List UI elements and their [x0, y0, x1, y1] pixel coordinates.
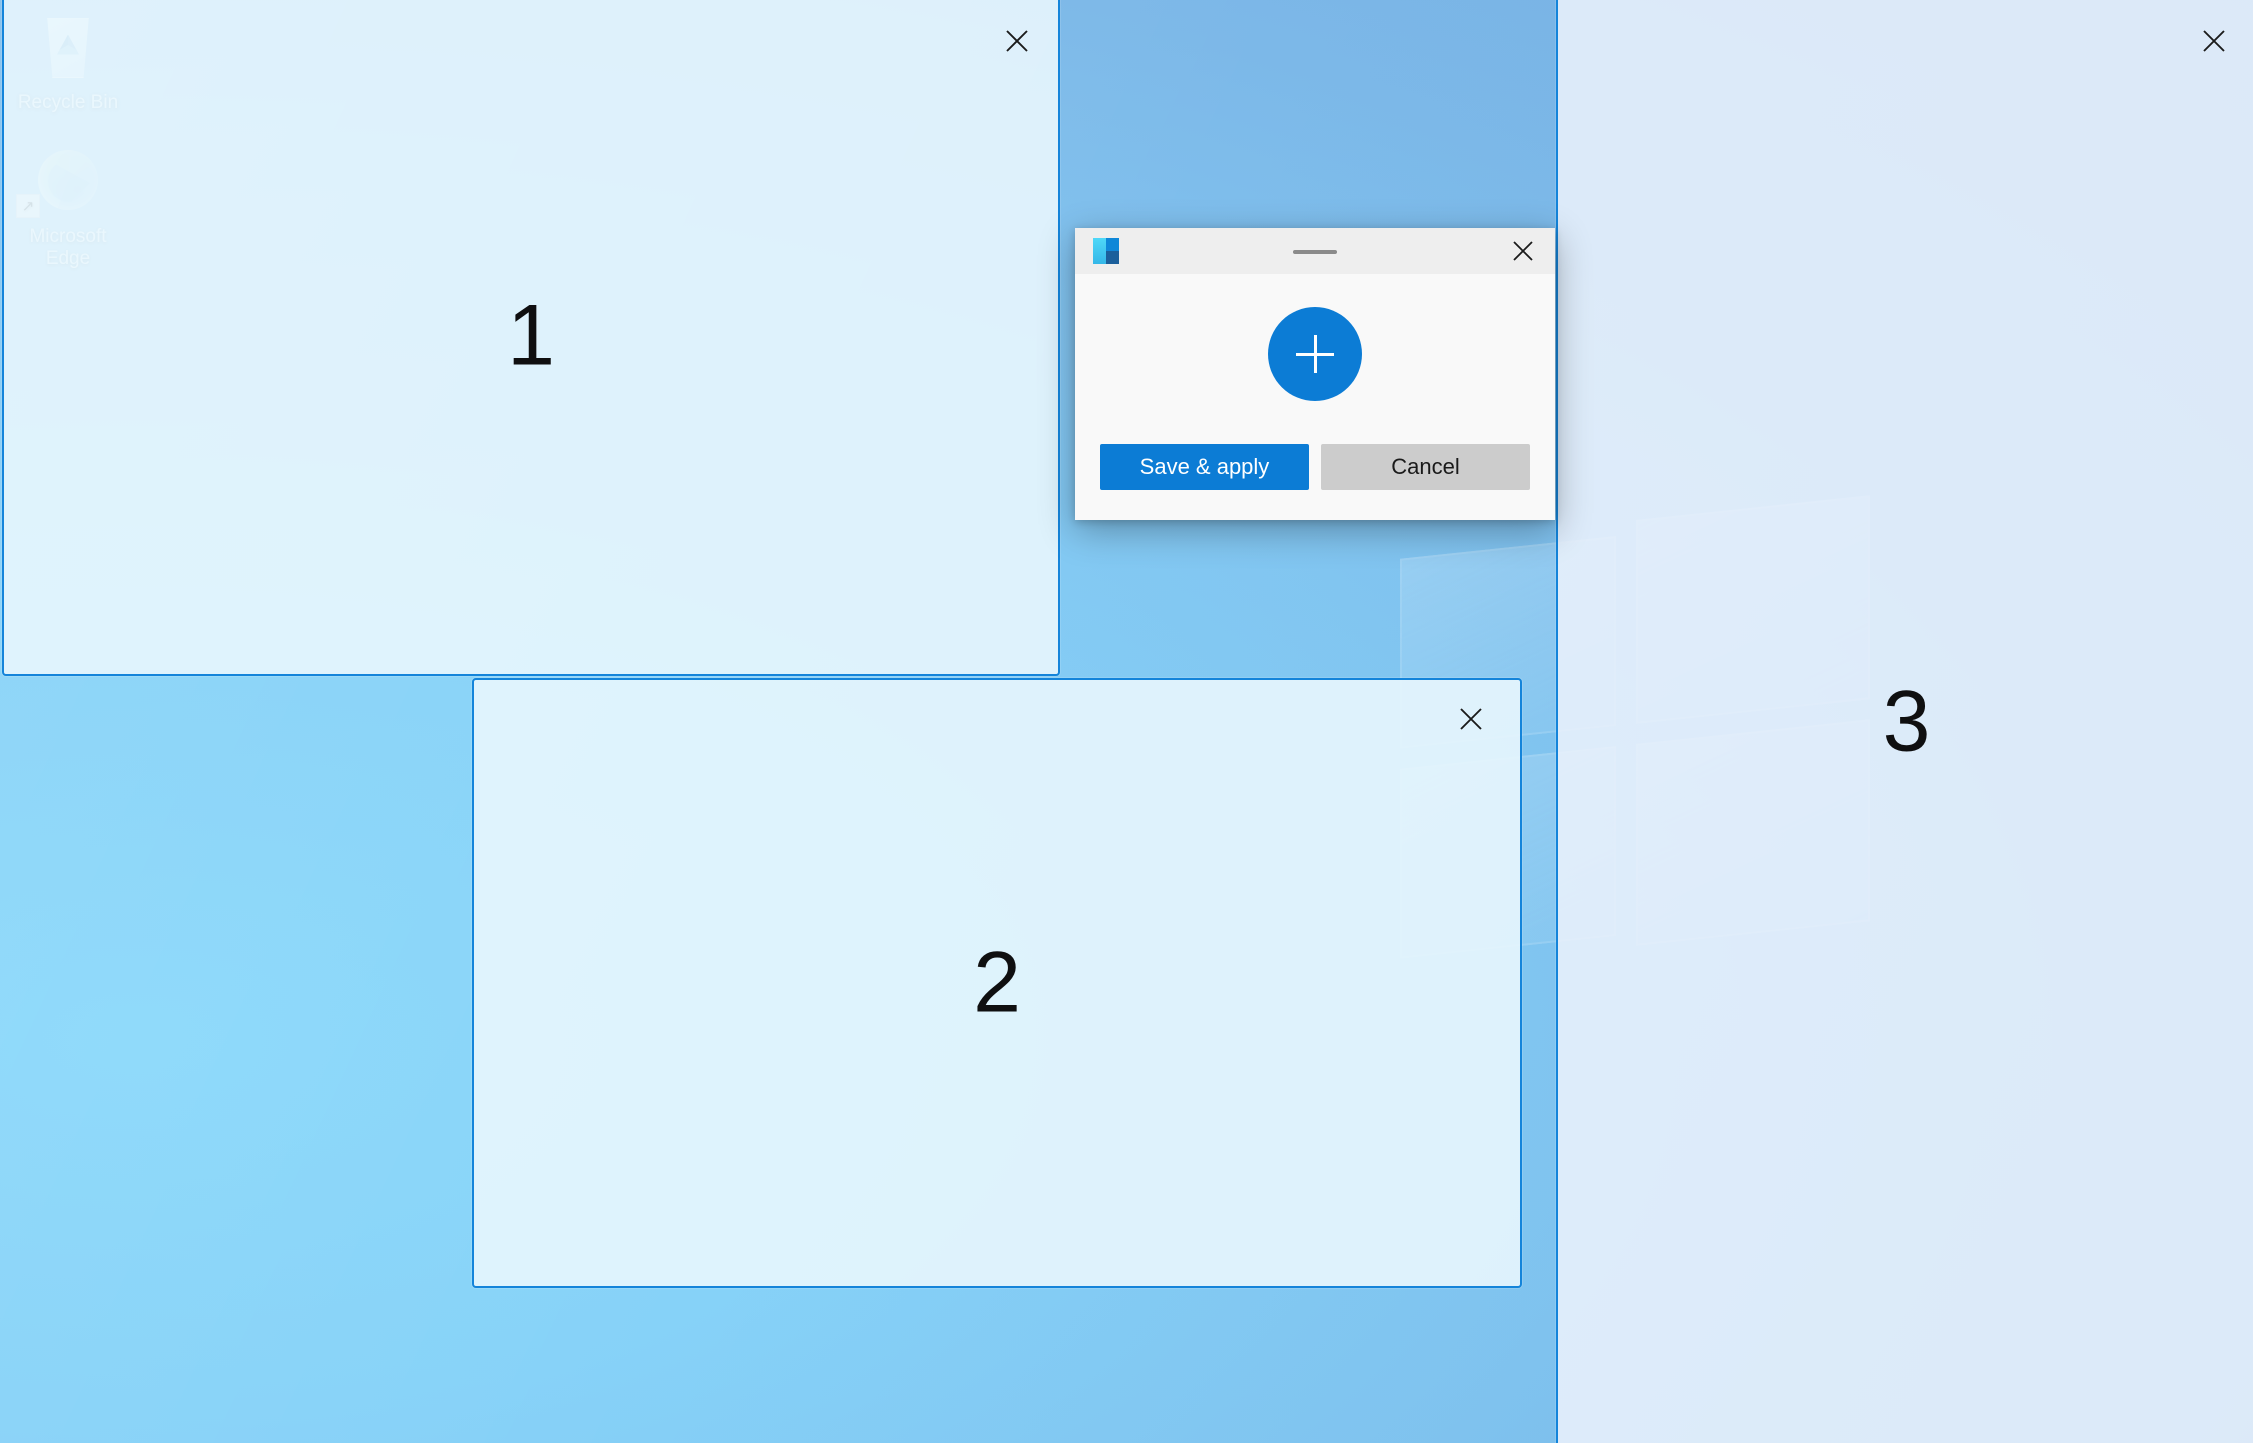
- add-zone-button[interactable]: [1268, 307, 1362, 401]
- save-and-apply-button[interactable]: Save & apply: [1100, 444, 1309, 490]
- zone-close-button[interactable]: [2191, 18, 2237, 64]
- zone-close-button[interactable]: [994, 18, 1040, 64]
- desktop-screen: Recycle Bin ↗ Microsoft Edge 1 2 3: [0, 0, 2253, 1443]
- fancyzones-zone-editor-dialog: Save & apply Cancel: [1075, 228, 1555, 520]
- fancyzones-icon: [1093, 238, 1119, 264]
- dialog-titlebar[interactable]: [1075, 228, 1555, 274]
- dialog-action-bar: Save & apply Cancel: [1075, 434, 1555, 500]
- fancyzones-zone-3[interactable]: 3: [1556, 0, 2253, 1443]
- zone-number-label: 2: [973, 934, 1021, 1031]
- dialog-close-button[interactable]: [1497, 228, 1549, 274]
- zone-close-button[interactable]: [1448, 696, 1494, 742]
- fancyzones-zone-1[interactable]: 1: [2, 0, 1060, 676]
- window-drag-handle[interactable]: [1293, 250, 1337, 254]
- fancyzones-zone-2[interactable]: 2: [472, 678, 1522, 1288]
- zone-number-label: 3: [1882, 673, 1931, 769]
- dialog-body: [1075, 274, 1555, 434]
- cancel-button[interactable]: Cancel: [1321, 444, 1530, 490]
- zone-number-label: 1: [507, 287, 555, 384]
